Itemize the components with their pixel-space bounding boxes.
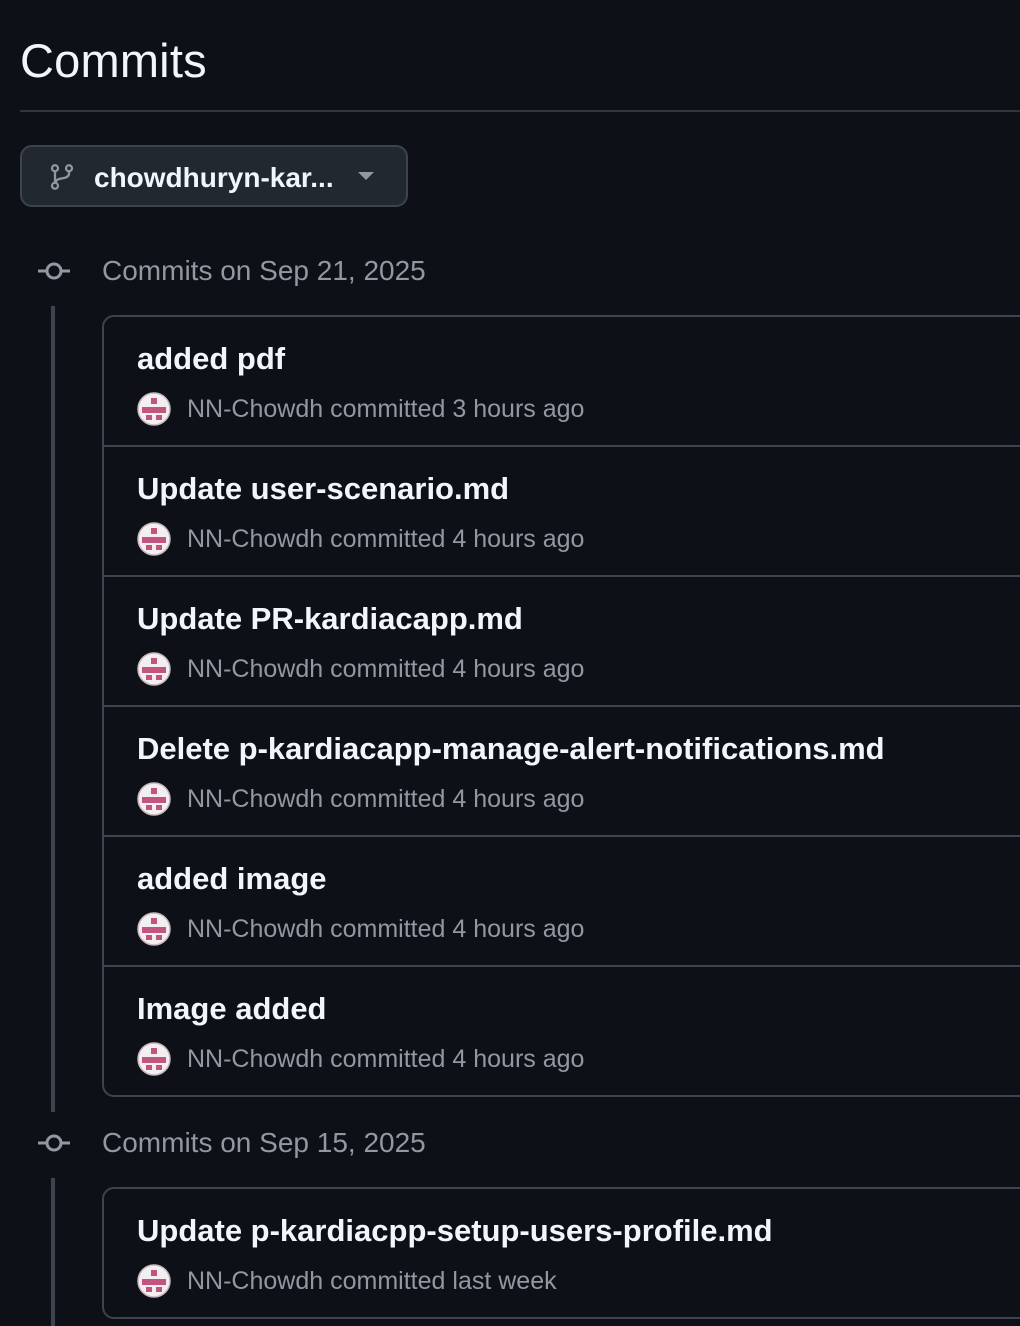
caret-down-icon <box>358 172 374 180</box>
commit-verb: committed <box>330 915 446 943</box>
avatar[interactable] <box>137 912 171 946</box>
commit-group-title: Commits on Sep 15, 2025 <box>102 1127 426 1158</box>
commit-verb: committed <box>330 395 446 423</box>
git-commit-icon <box>38 262 70 280</box>
avatar[interactable] <box>137 392 171 426</box>
commit-time[interactable]: 4 hours ago <box>452 655 584 683</box>
commit-meta: NN-Chowdh committed 4 hours ago <box>187 652 584 686</box>
branch-name: chowdhuryn-kar... <box>94 162 334 193</box>
commit-verb: committed <box>330 1045 446 1073</box>
timeline-line <box>51 1178 55 1326</box>
branch-select-button[interactable]: chowdhuryn-kar... <box>20 145 408 207</box>
commit-time[interactable]: 4 hours ago <box>452 915 584 943</box>
commit-meta: NN-Chowdh committed 4 hours ago <box>187 522 584 556</box>
commit-author-link[interactable]: NN-Chowdh <box>187 915 323 943</box>
commit-group-header: Commits on Sep 21, 2025 <box>0 252 1020 292</box>
avatar[interactable] <box>137 1264 171 1298</box>
page-title: Commits <box>20 34 207 87</box>
commit-meta: NN-Chowdh committed 3 hours ago <box>187 392 584 426</box>
commit-list: added pdf NN-Chowdh committed 3 hours ag… <box>102 315 1020 1097</box>
commit-group-title: Commits on Sep 21, 2025 <box>102 255 426 286</box>
commit-group-header: Commits on Sep 15, 2025 <box>0 1124 1020 1164</box>
commit-message-link[interactable]: Update user-scenario.md <box>137 469 509 509</box>
commit-message-link[interactable]: Image added <box>137 989 327 1029</box>
commit-author-link[interactable]: NN-Chowdh <box>187 785 323 813</box>
commit-author-link[interactable]: NN-Chowdh <box>187 395 323 423</box>
commit-row: Update PR-kardiacapp.md NN-Chowdh commit… <box>104 577 1020 707</box>
commit-meta: NN-Chowdh committed 4 hours ago <box>187 1042 584 1076</box>
commit-meta: NN-Chowdh committed last week <box>187 1264 557 1298</box>
commit-row: added pdf NN-Chowdh committed 3 hours ag… <box>104 317 1020 447</box>
commit-message-link[interactable]: Delete p-kardiacapp-manage-alert-notific… <box>137 729 885 769</box>
commit-row: Delete p-kardiacapp-manage-alert-notific… <box>104 707 1020 837</box>
avatar[interactable] <box>137 522 171 556</box>
commit-message-link[interactable]: Update p-kardiacpp-setup-users-profile.m… <box>137 1211 773 1251</box>
commit-verb: committed <box>330 655 446 683</box>
timeline-line <box>51 306 55 1112</box>
commit-verb: committed <box>330 1267 446 1295</box>
commit-author-link[interactable]: NN-Chowdh <box>187 525 323 553</box>
commit-row: Image added NN-Chowdh committed 4 hours … <box>104 967 1020 1095</box>
commit-message-link[interactable]: Update PR-kardiacapp.md <box>137 599 523 639</box>
commit-verb: committed <box>330 525 446 553</box>
git-commit-icon <box>38 1134 70 1152</box>
commit-message-link[interactable]: added image <box>137 859 327 899</box>
commit-time[interactable]: 4 hours ago <box>452 525 584 553</box>
commit-meta: NN-Chowdh committed 4 hours ago <box>187 912 584 946</box>
commit-meta: NN-Chowdh committed 4 hours ago <box>187 782 584 816</box>
commit-author-link[interactable]: NN-Chowdh <box>187 655 323 683</box>
header-divider <box>20 110 1020 112</box>
commit-time[interactable]: 3 hours ago <box>452 395 584 423</box>
commit-time[interactable]: 4 hours ago <box>452 785 584 813</box>
avatar[interactable] <box>137 652 171 686</box>
git-branch-icon <box>50 164 74 190</box>
avatar[interactable] <box>137 1042 171 1076</box>
commit-message-link[interactable]: added pdf <box>137 339 285 379</box>
commit-author-link[interactable]: NN-Chowdh <box>187 1045 323 1073</box>
commit-time[interactable]: last week <box>452 1267 556 1295</box>
commit-row: Update user-scenario.md NN-Chowdh commit… <box>104 447 1020 577</box>
avatar[interactable] <box>137 782 171 816</box>
commit-time[interactable]: 4 hours ago <box>452 1045 584 1073</box>
commit-row: added image NN-Chowdh committed 4 hours … <box>104 837 1020 967</box>
commit-row: Update p-kardiacpp-setup-users-profile.m… <box>104 1189 1020 1317</box>
commit-verb: committed <box>330 785 446 813</box>
commit-author-link[interactable]: NN-Chowdh <box>187 1267 323 1295</box>
commit-list: Update p-kardiacpp-setup-users-profile.m… <box>102 1187 1020 1319</box>
